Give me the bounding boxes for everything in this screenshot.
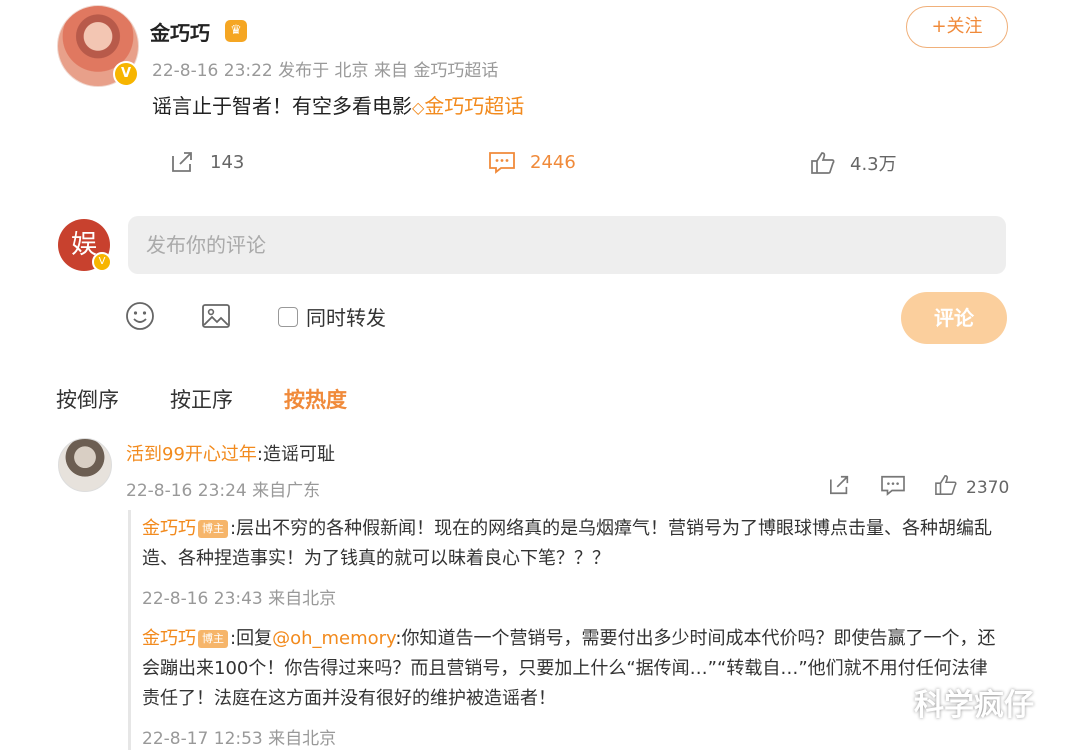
comment-meta: 22-8-16 23:24 来自广东: [126, 481, 321, 501]
comment-input[interactable]: [128, 216, 1006, 274]
host-badge: 博主: [198, 520, 228, 538]
topic-link[interactable]: 金巧巧超话: [424, 94, 524, 118]
verified-badge-icon: V: [113, 61, 139, 87]
topic-icon: ◇: [412, 98, 425, 117]
reply-text: :层出不穷的各种假新闻！现在的网络真的是乌烟瘴气！营销号为了博眼球博点击量、各种…: [142, 518, 993, 569]
author-name[interactable]: 金巧巧: [150, 17, 210, 46]
post-meta: 22-8-16 23:22 发布于 北京 来自 金巧巧超话: [152, 61, 499, 81]
comment-text: :造谣可耻: [256, 444, 335, 465]
reply-meta: 22-8-16 23:43 来自北京: [142, 589, 337, 609]
watermark: 科学疯仔: [914, 688, 1034, 723]
repost-count: 143: [210, 151, 245, 173]
commenter-avatar[interactable]: [58, 438, 112, 492]
comment-thumbs-up-icon: [934, 474, 958, 501]
tab-normal-order[interactable]: 按正序: [170, 384, 233, 414]
follow-button[interactable]: +关注: [906, 6, 1008, 48]
vip-icon: ♛: [225, 20, 247, 42]
tab-reverse-order[interactable]: 按倒序: [56, 384, 119, 414]
image-icon: [200, 304, 232, 336]
reply-item: 金巧巧 博主:回复@oh_memory:你知道告一个营销号，需要付出多少时间成本代…: [142, 624, 1002, 714]
submit-comment-button[interactable]: 评论: [901, 292, 1007, 344]
comment-share-icon[interactable]: [828, 474, 852, 501]
host-badge: 博主: [198, 630, 228, 648]
image-button[interactable]: [200, 300, 232, 336]
my-verified-icon: V: [92, 252, 112, 272]
reply-meta: 22-8-17 12:53 来自北京: [142, 729, 337, 749]
thumbs-up-icon: [810, 151, 836, 175]
comment-button[interactable]: 2446: [488, 150, 576, 174]
comment-like-count: 2370: [966, 477, 1010, 498]
comment-reply-icon[interactable]: [880, 474, 906, 501]
comment-line: 活到99开心过年:造谣可耻: [126, 440, 335, 466]
repost-checkbox-label: 同时转发: [306, 306, 386, 330]
mention-link[interactable]: @oh_memory: [272, 628, 395, 649]
comment-actions: 2370: [828, 474, 1009, 501]
repost-checkbox[interactable]: 同时转发: [278, 302, 386, 331]
repost-button[interactable]: 143: [170, 150, 244, 174]
comment-like-button[interactable]: 2370: [934, 474, 1009, 501]
emoji-button[interactable]: [124, 300, 156, 336]
comment-icon: [488, 150, 516, 174]
post-text: 谣言止于智者！有空多看电影◇金巧巧超话: [152, 90, 524, 119]
reply-author[interactable]: 金巧巧: [142, 628, 196, 649]
like-button[interactable]: 4.3万: [810, 150, 897, 176]
tab-hot[interactable]: 按热度: [284, 384, 347, 414]
reply-prefix: :回复: [230, 628, 273, 649]
checkbox-icon[interactable]: [278, 306, 298, 327]
like-count: 4.3万: [850, 154, 897, 175]
reply-item: 金巧巧 博主:层出不穷的各种假新闻！现在的网络真的是乌烟瘴气！营销号为了博眼球博点…: [142, 514, 1002, 574]
post-body: 谣言止于智者！有空多看电影: [152, 94, 412, 118]
reply-author[interactable]: 金巧巧: [142, 518, 196, 539]
emoji-icon: [124, 302, 156, 336]
share-icon: [170, 150, 196, 174]
commenter-name[interactable]: 活到99开心过年: [126, 444, 257, 465]
comment-count: 2446: [530, 151, 576, 173]
